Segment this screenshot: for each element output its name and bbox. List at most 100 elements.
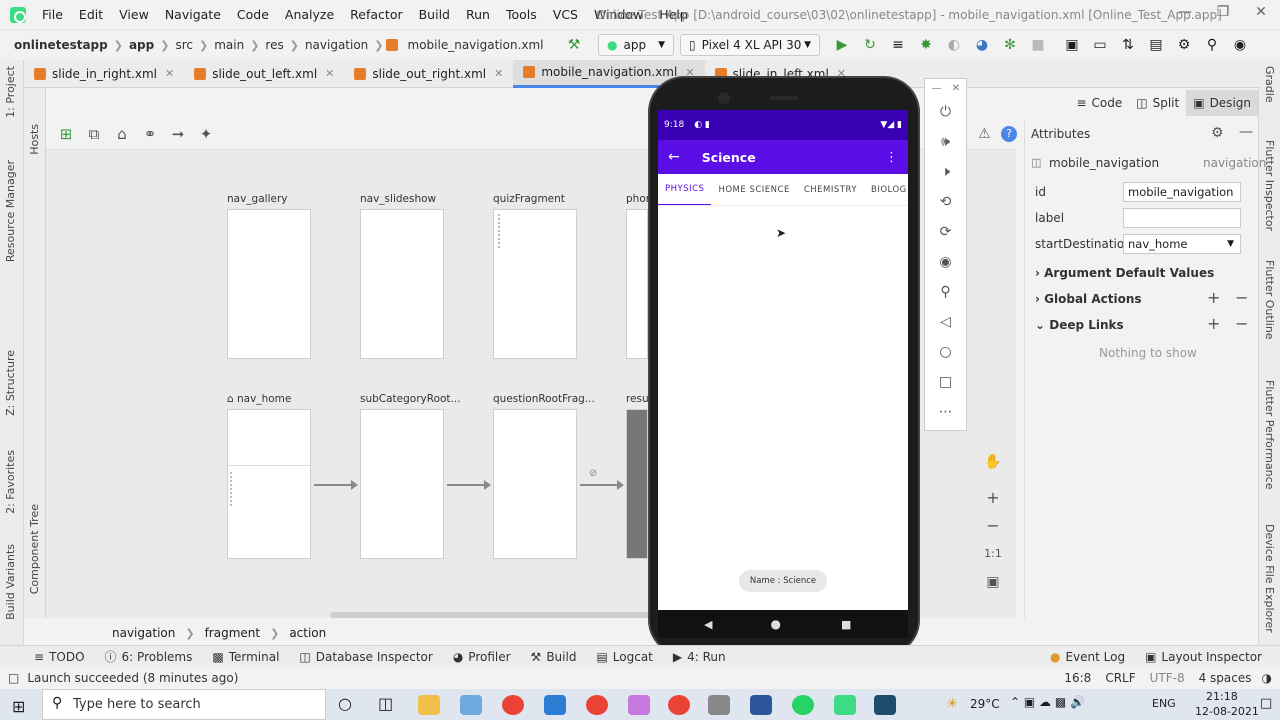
lock-icon[interactable]: ◑ bbox=[1262, 671, 1272, 685]
zoom-in-icon[interactable]: + bbox=[980, 486, 1006, 510]
run-tool-button[interactable]: ▶ 4: Run bbox=[663, 650, 736, 664]
phone-tab-physics[interactable]: PHYSICS bbox=[658, 174, 712, 205]
logcat-tool-button[interactable]: ▤ Logcat bbox=[586, 650, 662, 664]
menu-tools[interactable]: Tools bbox=[498, 7, 545, 22]
remove-icon[interactable]: − bbox=[1235, 288, 1248, 307]
overview-icon[interactable]: □ bbox=[925, 367, 966, 397]
emulator-minimize-icon[interactable]: — bbox=[932, 83, 942, 94]
build-tool-button[interactable]: ⚒ Build bbox=[521, 650, 587, 664]
destination-nav-gallery[interactable] bbox=[227, 209, 311, 359]
flutter-outline-tool-button[interactable]: Flutter Outline bbox=[1263, 260, 1276, 340]
remove-icon[interactable]: − bbox=[1235, 314, 1248, 333]
minimize-button[interactable]: — bbox=[1170, 4, 1200, 24]
breadcrumb-main[interactable]: main bbox=[210, 38, 248, 52]
android-assistant-icon[interactable]: ◉ bbox=[1226, 34, 1254, 56]
section-global-actions[interactable]: › Global Actions bbox=[1035, 292, 1142, 306]
network-app-icon[interactable] bbox=[628, 695, 650, 715]
action-arrow[interactable] bbox=[314, 480, 358, 490]
tab-slide-out-right[interactable]: slide_out_right.xml ✕ bbox=[344, 60, 513, 88]
back-arrow-icon[interactable]: ← bbox=[668, 149, 680, 165]
debug-icon[interactable]: ✸ bbox=[912, 34, 940, 56]
section-argument-defaults[interactable]: › Argument Default Values bbox=[1035, 266, 1214, 280]
apply-changes-icon[interactable]: ↻ bbox=[856, 34, 884, 56]
attr-id-field[interactable]: mobile_navigation bbox=[1123, 182, 1241, 202]
deep-link-icon[interactable]: ⚭ bbox=[136, 120, 164, 148]
task-view-icon[interactable]: ◫ bbox=[378, 694, 393, 713]
warning-icon[interactable]: ⚠ bbox=[978, 126, 991, 142]
hosts-tool-button[interactable]: Hosts bbox=[28, 124, 41, 155]
taskbar-search-input[interactable]: Type here to search bbox=[42, 689, 326, 720]
destination-phone[interactable] bbox=[626, 209, 648, 359]
rotate-left-icon[interactable]: ⟲ bbox=[925, 187, 966, 217]
file-explorer-icon[interactable] bbox=[418, 695, 440, 715]
menu-navigate[interactable]: Navigate bbox=[157, 7, 229, 22]
layout-inspector-tool-button[interactable]: ▣ Layout Inspector bbox=[1135, 650, 1272, 664]
horizontal-scrollbar[interactable] bbox=[330, 612, 650, 618]
device-manager-icon[interactable]: ▤ bbox=[1142, 34, 1170, 56]
design-mode-button[interactable]: ▣ Design bbox=[1186, 90, 1258, 116]
structure-tool-button[interactable]: Z: Structure bbox=[4, 350, 17, 416]
destination-subcategory-root[interactable] bbox=[360, 409, 444, 559]
resource-manager-tool-button[interactable]: Resource Manager bbox=[4, 160, 17, 262]
avd-manager-icon[interactable]: ▭ bbox=[1086, 34, 1114, 56]
device-file-explorer-tool-button[interactable]: Device File Explorer bbox=[1263, 524, 1276, 633]
terminal-app-icon[interactable] bbox=[874, 695, 896, 715]
path-action[interactable]: action bbox=[289, 626, 326, 640]
profiler-tool-button[interactable]: ◕ Profiler bbox=[443, 650, 521, 664]
gradle-tool-button[interactable]: Gradle bbox=[1263, 66, 1276, 103]
clock-time[interactable]: 21:18 bbox=[1206, 690, 1238, 703]
sdk-manager-icon[interactable]: ⇅ bbox=[1114, 34, 1142, 56]
settings-icon[interactable]: ⚙ bbox=[1170, 34, 1198, 56]
vscode-icon[interactable] bbox=[544, 695, 566, 715]
path-navigation[interactable]: navigation bbox=[112, 626, 175, 640]
todo-tool-button[interactable]: ≡ TODO bbox=[24, 650, 95, 664]
action-arrow[interactable] bbox=[447, 480, 491, 490]
favorites-tool-button[interactable]: 2: Favorites bbox=[4, 450, 17, 514]
action-arrow[interactable] bbox=[580, 480, 624, 490]
zoom-actual-button[interactable]: 1:1 bbox=[980, 542, 1006, 566]
close-icon[interactable]: ✕ bbox=[325, 67, 334, 80]
phone-tab-biology[interactable]: BIOLOG bbox=[864, 174, 908, 205]
tab-slide-in-right[interactable]: slide_in_right.xml ✕ bbox=[24, 60, 184, 88]
maximize-button[interactable]: ❐ bbox=[1208, 4, 1238, 24]
language-indicator[interactable]: ENG bbox=[1152, 697, 1176, 710]
cortana-icon[interactable]: ○ bbox=[338, 694, 352, 713]
menu-code[interactable]: Code bbox=[229, 7, 277, 22]
breadcrumb-src[interactable]: src bbox=[171, 38, 197, 52]
profile-icon[interactable]: ◐ bbox=[940, 34, 968, 56]
destination-question-root[interactable] bbox=[493, 409, 577, 559]
menu-file[interactable]: File bbox=[34, 7, 71, 22]
word-icon[interactable] bbox=[750, 695, 772, 715]
sync-icon[interactable]: ✻ bbox=[996, 34, 1024, 56]
component-tree-tool-button[interactable]: Component Tree bbox=[28, 504, 41, 594]
zoom-out-icon[interactable]: − bbox=[980, 514, 1006, 538]
section-deep-links[interactable]: ⌄ Deep Links bbox=[1035, 318, 1124, 332]
database-inspector-tool-button[interactable]: ◫ Database Inspector bbox=[289, 650, 442, 664]
path-fragment[interactable]: fragment bbox=[205, 626, 261, 640]
code-mode-button[interactable]: ≡ Code bbox=[1069, 90, 1129, 116]
close-icon[interactable]: ✕ bbox=[494, 67, 503, 80]
whatsapp-icon[interactable] bbox=[792, 695, 814, 715]
file-encoding[interactable]: UTF-8 bbox=[1150, 671, 1185, 685]
breadcrumb-project[interactable]: onlinetestapp bbox=[10, 38, 112, 52]
notepad-icon[interactable] bbox=[460, 695, 482, 715]
menu-view[interactable]: View bbox=[111, 7, 157, 22]
menu-run[interactable]: Run bbox=[458, 7, 498, 22]
rotate-right-icon[interactable]: ⟳ bbox=[925, 217, 966, 247]
event-log-tool-button[interactable]: ● Event Log bbox=[1040, 650, 1135, 664]
destination-quiz-fragment[interactable] bbox=[493, 209, 577, 359]
help-icon[interactable]: ? bbox=[1001, 126, 1017, 142]
breadcrumb-file[interactable]: mobile_navigation.xml bbox=[404, 38, 548, 52]
build-variants-tool-button[interactable]: Build Variants bbox=[4, 544, 17, 620]
overflow-menu-icon[interactable]: ⋮ bbox=[885, 150, 898, 165]
power-icon[interactable]: ⏻ bbox=[925, 97, 966, 127]
attr-start-destination-select[interactable]: nav_home ▼ bbox=[1123, 234, 1241, 254]
add-icon[interactable]: + bbox=[1207, 288, 1220, 307]
line-separator[interactable]: CRLF bbox=[1105, 671, 1135, 685]
destination-nav-home[interactable] bbox=[227, 409, 311, 559]
breadcrumb-navigation[interactable]: navigation bbox=[301, 38, 372, 52]
nested-graph-icon[interactable]: ⧉ bbox=[80, 120, 108, 148]
zoom-fit-icon[interactable]: ▣ bbox=[980, 570, 1006, 594]
arrow-right-icon[interactable]: ➞ bbox=[164, 120, 192, 148]
run-config-select[interactable]: ● app ▼ bbox=[598, 34, 674, 56]
